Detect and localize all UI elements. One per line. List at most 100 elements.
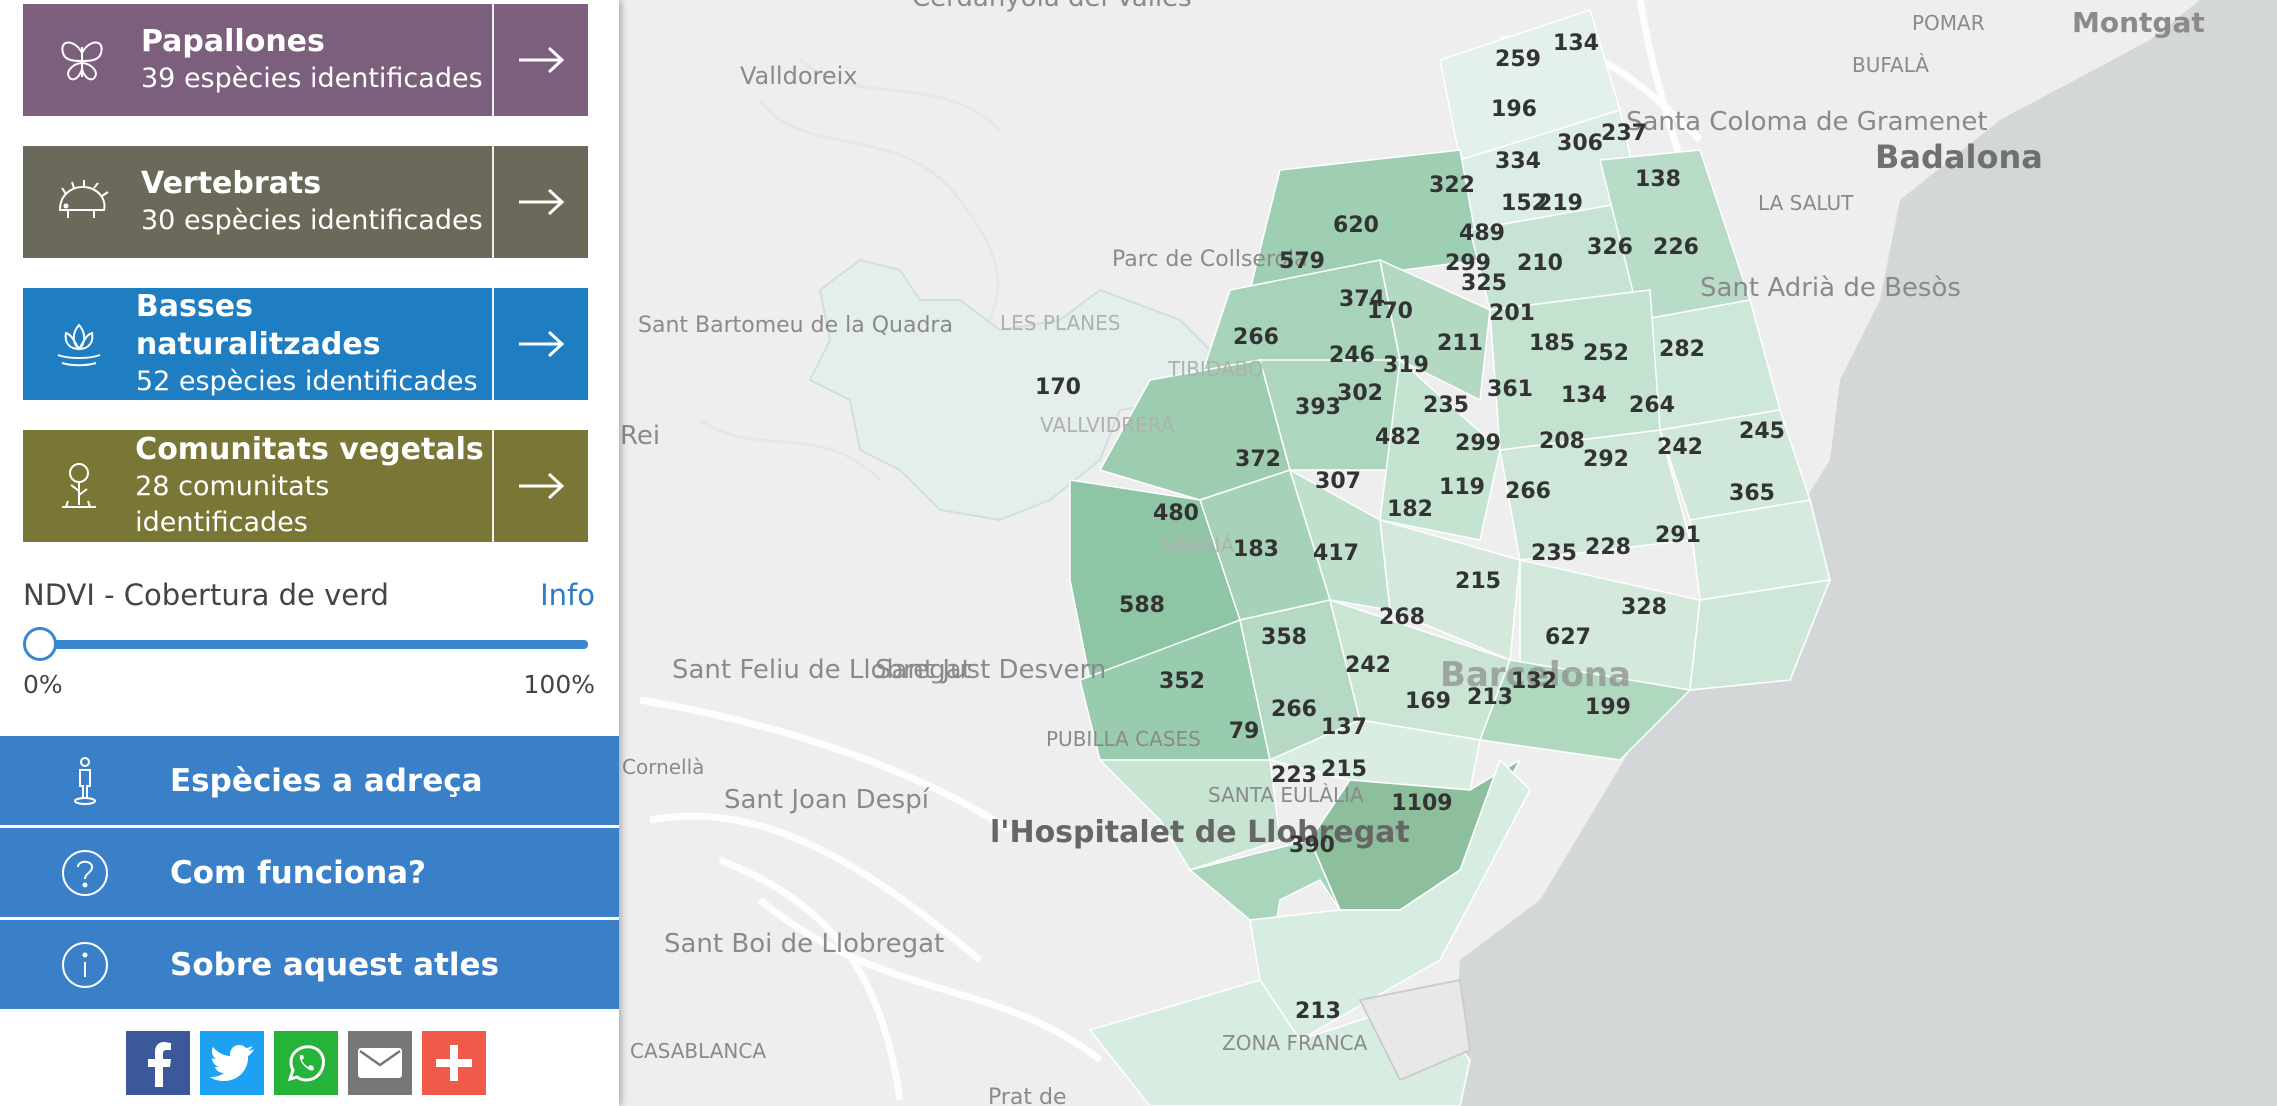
place-label: Sant Joan Despí: [724, 785, 930, 815]
district-count-label: 215: [1321, 757, 1367, 782]
category-title: Comunitats vegetals: [135, 432, 484, 467]
plus-icon: [436, 1045, 472, 1081]
sidebar-panel: Papallones 39 espècies identificades Ver…: [0, 0, 619, 1106]
district-count-label: 219: [1537, 191, 1583, 216]
district-count-label: 170: [1367, 299, 1413, 324]
place-label: LES PLANES: [1000, 311, 1120, 335]
place-label: Rei: [620, 421, 660, 451]
district-count-label: 319: [1383, 353, 1429, 378]
district-count-label: 170: [1035, 375, 1081, 400]
butterfly-icon: [23, 33, 141, 87]
menu-label: Espècies a adreça: [170, 762, 483, 799]
district-count-label: 489: [1459, 221, 1505, 246]
district-count-label: 119: [1439, 475, 1485, 500]
district-count-label: 266: [1233, 325, 1279, 350]
place-label: Cerdanyola del Vallès: [912, 0, 1192, 13]
district-count-label: 246: [1329, 343, 1375, 368]
place-label: Prat de: [988, 1085, 1067, 1106]
ndvi-label: NDVI - Cobertura de verd: [23, 578, 389, 612]
category-main[interactable]: Basses naturalitzades 52 espècies identi…: [23, 288, 492, 400]
district-count-label: 242: [1345, 653, 1391, 678]
menu-label: Sobre aquest atles: [170, 946, 500, 983]
category-subtitle: 30 espècies identificades: [141, 205, 483, 236]
category-papallones[interactable]: Papallones 39 espècies identificades: [23, 4, 588, 116]
place-label: LA SALUT: [1758, 191, 1854, 215]
district-count-label: 228: [1585, 535, 1631, 560]
place-label: Sant Just Desvern: [875, 655, 1106, 685]
district-count-label: 588: [1119, 593, 1165, 618]
category-main[interactable]: Vertebrats 30 espècies identificades: [23, 146, 492, 258]
district-count-label: 482: [1375, 425, 1421, 450]
arrow-right-icon[interactable]: [492, 288, 588, 400]
category-vertebrats[interactable]: Vertebrats 30 espècies identificades: [23, 146, 588, 258]
district-count-label: 169: [1405, 689, 1451, 714]
place-label: TIBIDABO: [1167, 357, 1264, 381]
twitter-share-button[interactable]: [200, 1031, 264, 1095]
whatsapp-share-button[interactable]: [274, 1031, 338, 1095]
category-comunitats[interactable]: Comunitats vegetals 28 comunitats identi…: [23, 430, 588, 542]
district-count-label: 137: [1321, 715, 1367, 740]
ndvi-max-label: 100%: [523, 670, 595, 699]
district-count-label: 326: [1587, 235, 1633, 260]
district-count-label: 183: [1233, 537, 1279, 562]
district-count-label: 182: [1387, 497, 1433, 522]
district-count-label: 264: [1629, 393, 1675, 418]
category-subtitle: 52 espècies identificades: [135, 366, 478, 397]
district-count-label: 579: [1279, 249, 1325, 274]
more-share-button[interactable]: [422, 1031, 486, 1095]
place-label: l'Hospitalet de Llobregat: [990, 815, 1410, 850]
place-label: PUBILLA CASES: [1046, 727, 1201, 751]
ndvi-info-link[interactable]: Info: [540, 578, 595, 612]
category-subtitle: 28 comunitats identificades: [135, 471, 330, 538]
hedgehog-icon: [23, 180, 141, 224]
place-label: Santa Coloma de Gramenet: [1626, 107, 1988, 137]
district-count-label: 132: [1511, 669, 1557, 694]
district-count-label: 365: [1729, 481, 1775, 506]
menu-especies-adreca[interactable]: Espècies a adreça: [0, 736, 619, 825]
ndvi-slider-handle[interactable]: [23, 627, 57, 661]
district-count-label: 210: [1517, 251, 1563, 276]
place-label: Montgat: [2072, 6, 2205, 39]
arrow-right-icon[interactable]: [492, 4, 588, 116]
place-label: POMAR: [1912, 11, 1985, 35]
district-count-label: 417: [1313, 541, 1359, 566]
menu-label: Com funciona?: [170, 854, 427, 891]
district-count-label: 199: [1585, 695, 1631, 720]
district-count-label: 223: [1271, 763, 1317, 788]
district-count-label: 208: [1539, 429, 1585, 454]
facebook-icon: [148, 1042, 171, 1087]
place-label: BUFALÀ: [1852, 53, 1929, 77]
menu-sobre-atles[interactable]: Sobre aquest atles: [0, 920, 619, 1009]
district-count-label: 237: [1601, 121, 1647, 146]
district-count-label: 134: [1561, 383, 1607, 408]
district-count-label: 201: [1489, 301, 1535, 326]
district-count-label: 268: [1379, 605, 1425, 630]
category-main[interactable]: Papallones 39 espècies identificades: [23, 4, 492, 116]
facebook-share-button[interactable]: [126, 1031, 190, 1095]
district-count-label: 185: [1529, 331, 1575, 356]
district-count-label: 325: [1461, 271, 1507, 296]
district-count-label: 390: [1289, 833, 1335, 858]
district-count-label: 358: [1261, 625, 1307, 650]
info-icon: [0, 940, 170, 990]
whatsapp-icon: [287, 1045, 325, 1082]
district-count-label: 79: [1229, 719, 1260, 744]
district-count-label: 213: [1467, 685, 1513, 710]
district-count-label: 334: [1495, 149, 1541, 174]
arrow-right-icon[interactable]: [492, 146, 588, 258]
category-basses[interactable]: Basses naturalitzades 52 espècies identi…: [23, 288, 588, 400]
district-count-label: 299: [1455, 431, 1501, 456]
district-count-label: 252: [1583, 341, 1629, 366]
district-count-label: 259: [1495, 47, 1541, 72]
arrow-right-icon[interactable]: [492, 430, 588, 542]
district-count-label: 307: [1315, 469, 1361, 494]
district-count-label: 352: [1159, 669, 1205, 694]
category-subtitle: 39 espècies identificades: [141, 63, 483, 94]
category-main[interactable]: Comunitats vegetals 28 comunitats identi…: [23, 430, 492, 542]
ndvi-slider-track[interactable]: [40, 640, 588, 649]
district-count-label: 1109: [1391, 791, 1452, 816]
place-label: Sant Boi de Llobregat: [664, 929, 944, 959]
district-count-label: 302: [1337, 381, 1383, 406]
menu-com-funciona[interactable]: Com funciona?: [0, 828, 619, 917]
email-share-button[interactable]: [348, 1031, 412, 1095]
